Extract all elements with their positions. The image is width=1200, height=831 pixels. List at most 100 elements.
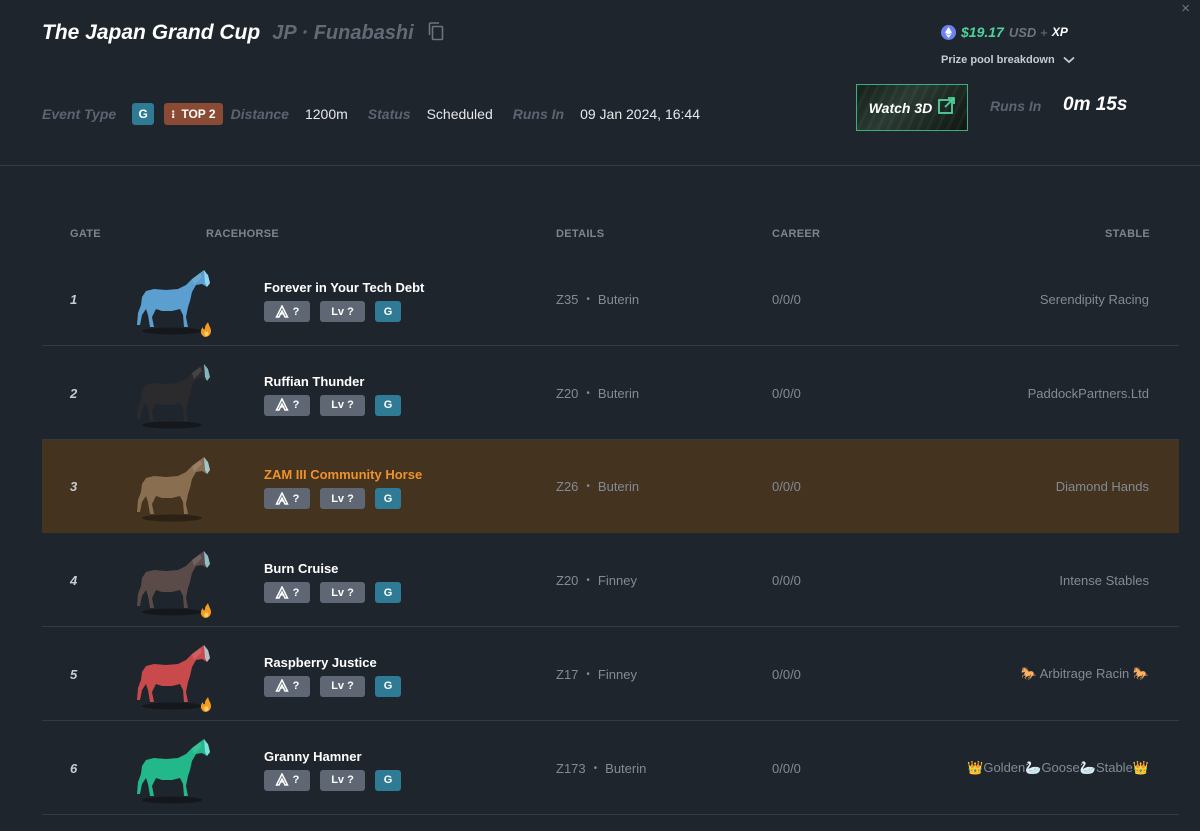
rating-chip-value: ?: [292, 774, 300, 786]
status-label: Status: [367, 106, 411, 122]
career-record: 0/0/0: [772, 760, 801, 776]
header-gate: GATE: [70, 228, 101, 240]
zed-logo-icon: [274, 585, 289, 599]
class-chip: G: [375, 769, 401, 791]
stable-name[interactable]: 👑Golden🦢Goose🦢Stable👑: [967, 722, 1149, 815]
top-badge: ⁝ TOP 2: [164, 103, 223, 125]
level-chip: Lv ?: [320, 582, 365, 604]
horse-chips: ? Lv ? G: [264, 675, 411, 697]
status-value: Scheduled: [426, 106, 493, 122]
stable-name[interactable]: 🐎 Arbitrage Racin 🐎: [1021, 628, 1149, 721]
fire-icon: [200, 322, 211, 337]
bloodline: Finney: [597, 666, 637, 682]
chevron-down-icon: [1063, 56, 1075, 64]
horse-name[interactable]: ZAM III Community Horse: [264, 467, 422, 482]
table-row[interactable]: 4 Burn Cruise ? Lv ? G Z20 • Finney 0/0/…: [42, 534, 1179, 628]
horse-chips: ? Lv ? G: [264, 769, 411, 791]
rating-chip-value: ?: [292, 399, 300, 412]
header-career: CAREER: [772, 228, 821, 240]
career-record: 0/0/0: [772, 479, 801, 495]
gate-number: 5: [70, 666, 78, 682]
class-chip: G: [375, 675, 401, 697]
rating-chip: ?: [264, 582, 310, 604]
table-row[interactable]: 5 Raspberry Justice ? Lv ? G Z17 • Finne…: [42, 628, 1179, 721]
bloodline: Buterin: [597, 385, 640, 401]
horse-name[interactable]: Raspberry Justice: [264, 655, 377, 670]
watch-3d-button[interactable]: Watch 3D: [856, 84, 968, 131]
horse-image[interactable]: [130, 640, 220, 712]
stable-name[interactable]: PaddockPartners.Ltd: [1028, 347, 1149, 440]
rating-chip: ?: [264, 675, 310, 697]
zed-generation: Z26: [556, 479, 579, 495]
event-type-badge: G: [132, 103, 155, 125]
zed-generation: Z17: [556, 666, 579, 682]
zed-generation: Z173: [556, 760, 586, 776]
stable-name[interactable]: Diamond Hands: [1056, 440, 1149, 533]
fire-icon: [200, 696, 211, 712]
rating-chip-value: ?: [292, 586, 300, 599]
class-chip: G: [375, 488, 401, 510]
separator-dot: •: [586, 668, 590, 680]
title-row: The Japan Grand Cup JP · Funabashi: [42, 20, 444, 45]
event-info-row: Event Type G ⁝ TOP 2 Distance 1200m Stat…: [42, 103, 720, 125]
gate-number: 1: [70, 292, 78, 307]
prize-amount: $19.17: [961, 24, 1004, 40]
details-cell: Z20 • Finney: [556, 534, 637, 627]
horse-image[interactable]: [130, 265, 220, 337]
stable-name[interactable]: Intense Stables: [1059, 534, 1149, 627]
rating-chip-value: ?: [292, 492, 300, 505]
top-badge-label: TOP 2: [181, 107, 216, 121]
header-racehorse: RACEHORSE: [206, 228, 279, 240]
horse-name[interactable]: Forever in Your Tech Debt: [264, 280, 424, 295]
page-title: The Japan Grand Cup: [42, 21, 261, 44]
horse-chips: ? Lv ? G: [264, 394, 411, 416]
horse-chips: ? Lv ? G: [264, 488, 411, 510]
horse-image[interactable]: [130, 452, 220, 524]
table-header: GATE RACEHORSE DETAILS CAREER STABLE: [0, 228, 1200, 242]
separator-dot: •: [586, 575, 590, 587]
level-chip: Lv ?: [320, 394, 365, 416]
horse-image[interactable]: [130, 546, 220, 619]
prize-xp: XP: [1051, 25, 1068, 39]
close-icon[interactable]: ×: [1181, 0, 1190, 17]
event-type-label: Event Type: [42, 106, 117, 122]
table-row[interactable]: 3 ZAM III Community Horse ? Lv ? G Z26 •…: [42, 440, 1179, 534]
prize-pool: $19.17 USD + XP: [941, 24, 1068, 40]
details-cell: Z173 • Buterin: [556, 722, 646, 815]
horse-name[interactable]: Granny Hamner: [264, 749, 362, 764]
zed-generation: Z35: [556, 292, 579, 307]
runs-in-label: Runs In: [512, 106, 565, 122]
separator-dot: •: [586, 387, 590, 399]
horse-name[interactable]: Burn Cruise: [264, 561, 338, 576]
horse-name[interactable]: Ruffian Thunder: [264, 374, 364, 389]
zed-logo-icon: [274, 398, 289, 411]
table-row[interactable]: 1 Forever in Your Tech Debt ? Lv ? G Z35…: [42, 253, 1179, 346]
horse-image[interactable]: [130, 734, 220, 806]
table-row[interactable]: 6 Granny Hamner ? Lv ? G Z173 • Buterin …: [42, 722, 1179, 815]
gate-number: 6: [70, 760, 78, 776]
table-row[interactable]: 2 Ruffian Thunder ? Lv ? G Z20 • Buterin…: [42, 347, 1179, 440]
gate-number: 3: [70, 479, 78, 495]
bloodline: Buterin: [597, 292, 640, 307]
prize-currency: USD: [1008, 24, 1037, 40]
horse-image[interactable]: [130, 359, 220, 431]
rating-chip: ?: [264, 769, 310, 791]
stable-name[interactable]: Serendipity Racing: [1040, 253, 1149, 346]
watch-3d-label: Watch 3D: [868, 99, 933, 116]
dots-icon: ⁝: [171, 108, 176, 121]
countdown-label: Runs In: [990, 98, 1042, 114]
bloodline: Buterin: [605, 760, 647, 776]
bloodline: Buterin: [597, 479, 640, 495]
details-cell: Z26 • Buterin: [556, 440, 639, 533]
countdown-value: 0m 15s: [1063, 94, 1128, 115]
level-chip: Lv ?: [320, 301, 365, 322]
prize-breakdown-toggle[interactable]: Prize pool breakdown: [941, 54, 1075, 66]
ethereum-icon: [941, 24, 956, 40]
level-chip: Lv ?: [320, 769, 365, 791]
copy-icon[interactable]: [428, 22, 444, 46]
separator-dot: •: [586, 481, 590, 493]
class-chip: G: [375, 582, 401, 604]
separator-dot: •: [593, 762, 598, 774]
level-chip: Lv ?: [320, 488, 365, 510]
event-location: JP · Funabashi: [272, 22, 414, 44]
